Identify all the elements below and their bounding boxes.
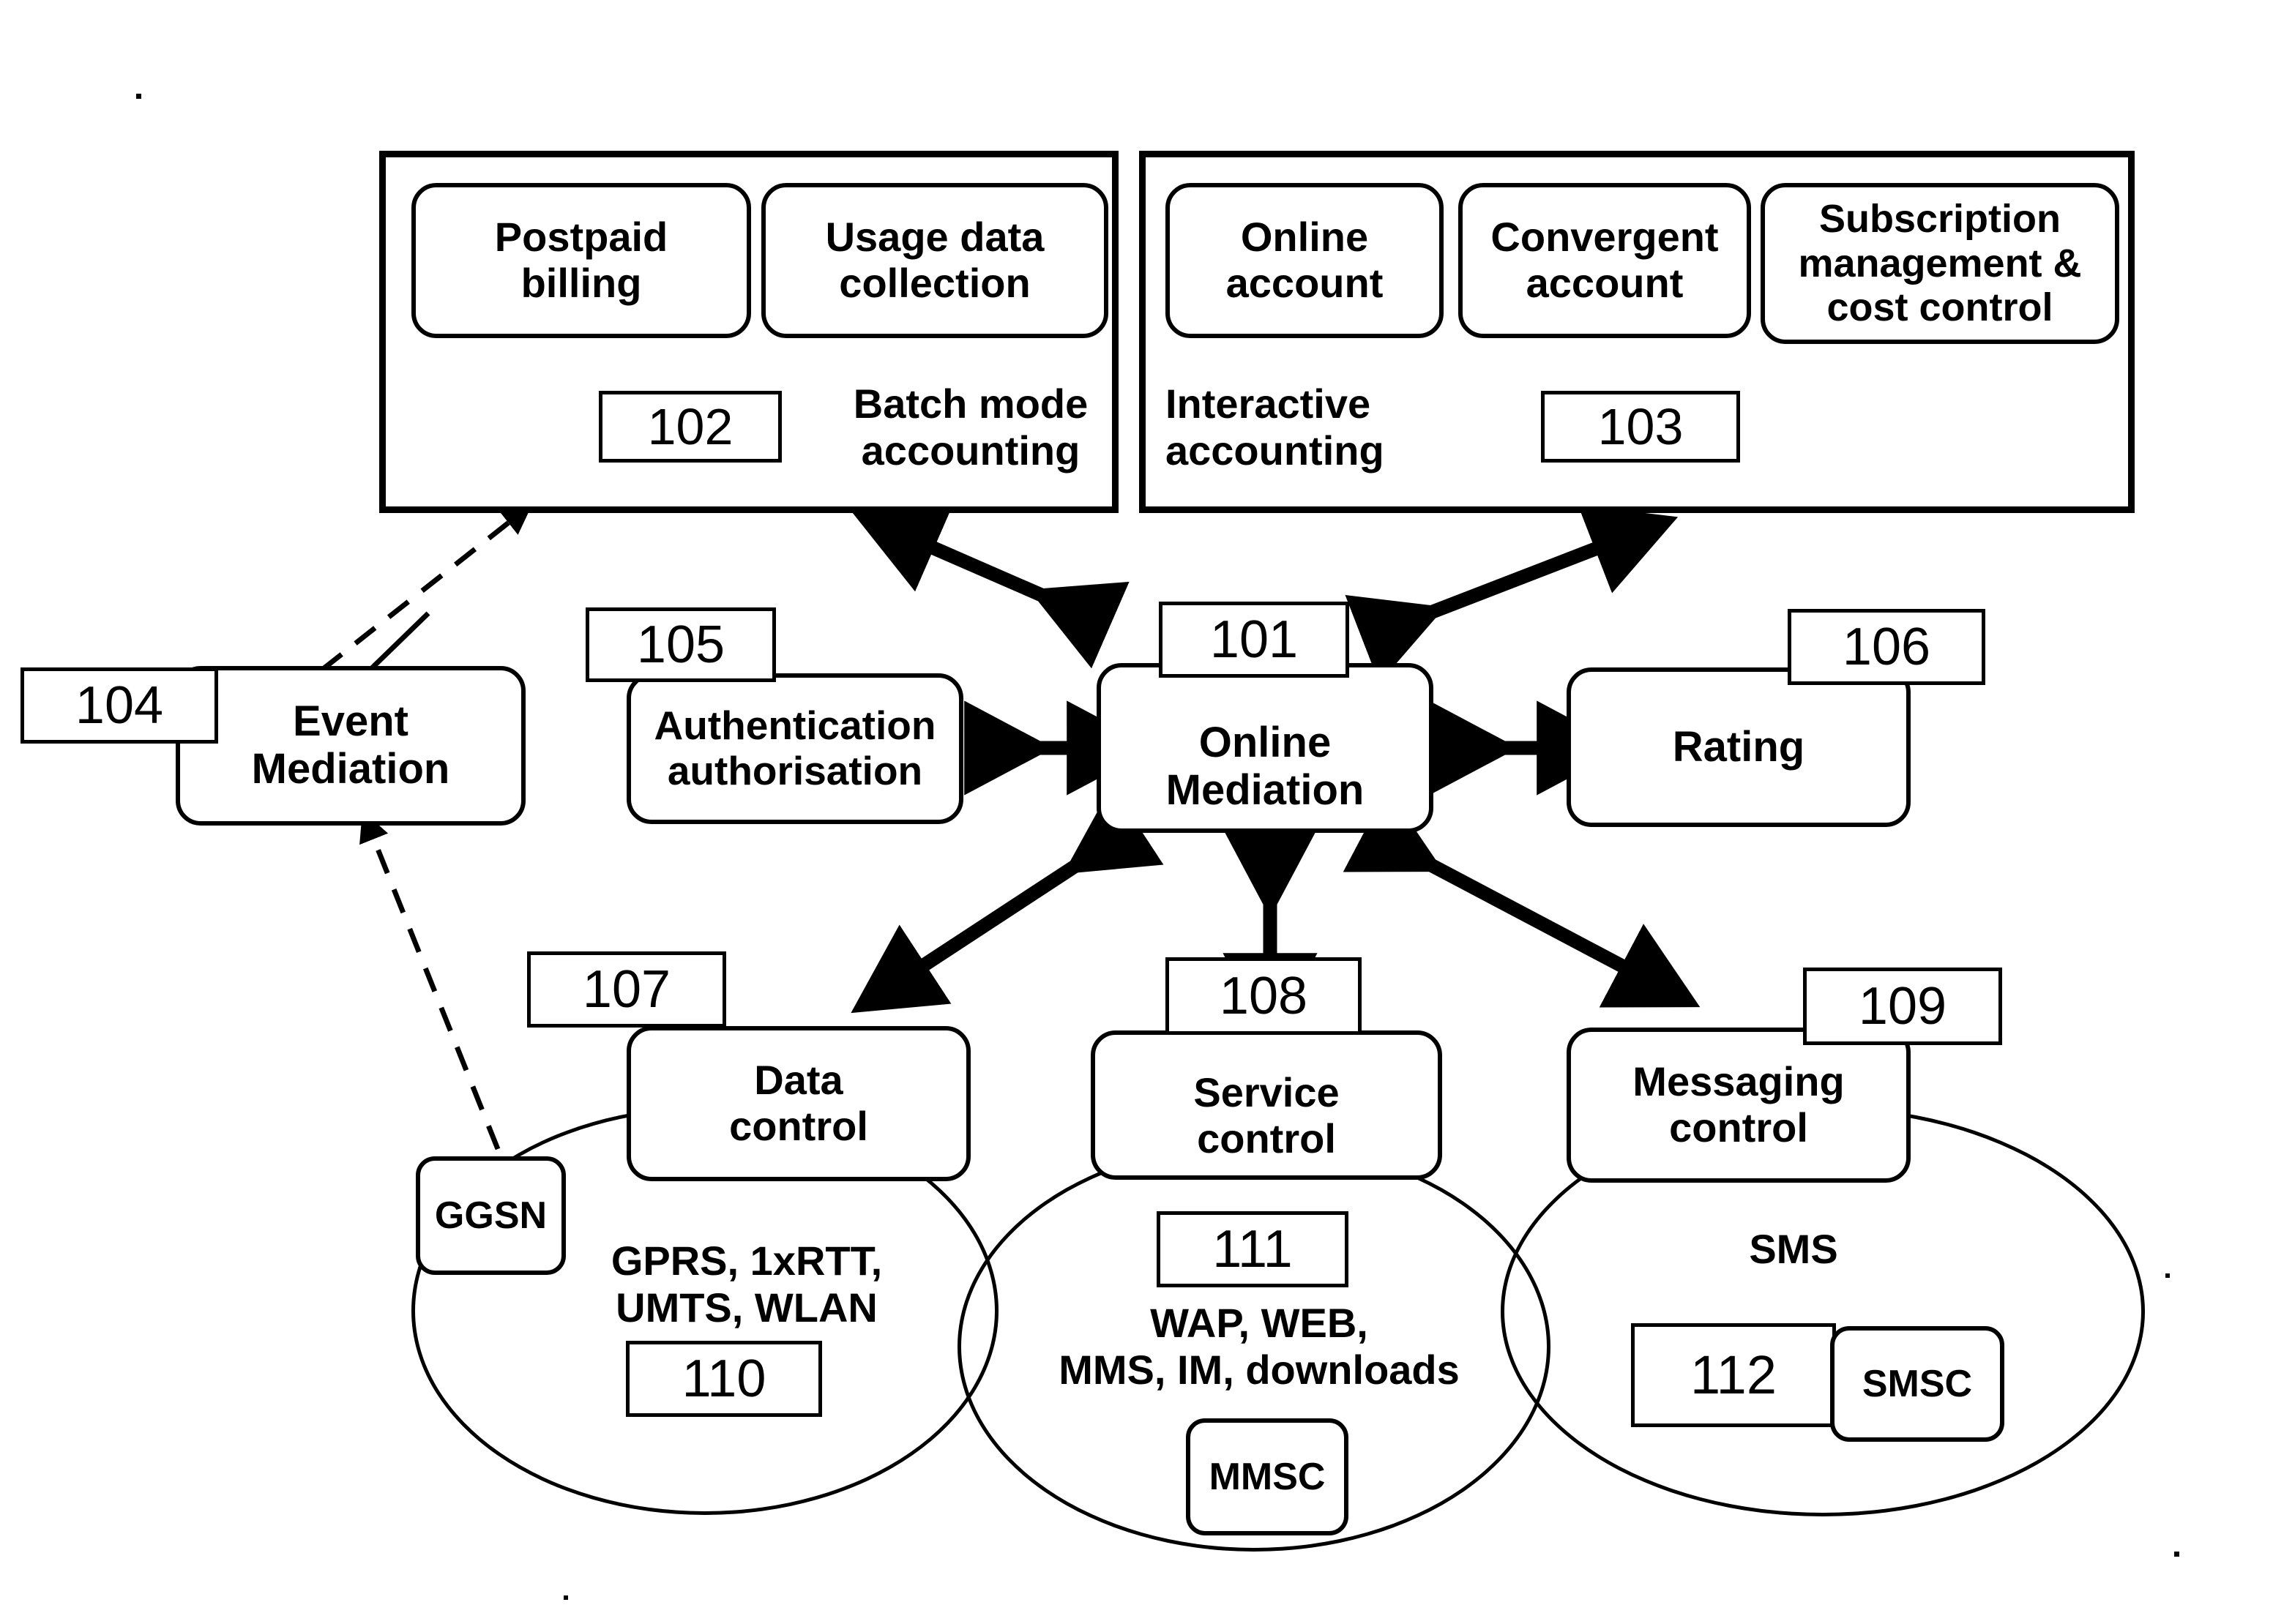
ref-label-111-text: 111 [1212, 1220, 1293, 1279]
caption-batch-mode-accounting-text: Batch mode accounting [853, 381, 1089, 474]
box-convergent-account-label: Convergent account [1490, 214, 1719, 306]
ref-label-112-text: 112 [1690, 1344, 1777, 1405]
ref-label-105-text: 105 [636, 615, 725, 674]
ref-label-102-text: 102 [647, 398, 734, 455]
box-data-control-label: Data control [729, 1057, 868, 1149]
box-online-mediation-label: Online Mediation [1165, 719, 1365, 814]
box-online-account[interactable]: Online account [1165, 183, 1444, 338]
box-event-mediation[interactable]: Event Mediation [176, 666, 526, 826]
box-subscription-management[interactable]: Subscription management & cost control [1761, 183, 2119, 344]
box-service-control[interactable]: Service control [1091, 1030, 1442, 1180]
box-rating[interactable]: Rating [1567, 667, 1911, 827]
ref-label-105: 105 [586, 607, 776, 682]
ref-label-106: 106 [1788, 609, 1985, 685]
ref-label-109: 109 [1803, 968, 2002, 1045]
box-rating-label: Rating [1672, 722, 1805, 771]
box-ggsn[interactable]: GGSN [416, 1156, 566, 1275]
box-subscription-management-label: Subscription management & cost control [1798, 197, 2082, 330]
ref-label-101-text: 101 [1209, 610, 1299, 669]
ref-label-104: 104 [20, 667, 218, 744]
label-messaging-network: SMS [1684, 1224, 1903, 1275]
ref-label-111: 111 [1157, 1211, 1348, 1287]
label-messaging-network-text: SMS [1749, 1226, 1838, 1273]
box-postpaid-billing[interactable]: Postpaid billing [411, 183, 751, 338]
ref-label-102: 102 [599, 391, 782, 463]
box-authentication-authorisation-label: Authentication authorisation [654, 703, 936, 793]
box-online-account-label: Online account [1225, 214, 1384, 306]
label-data-network: GPRS, 1xRTT, UMTS, WLAN [578, 1237, 915, 1332]
box-mmsc[interactable]: MMSC [1186, 1418, 1348, 1535]
box-ggsn-label: GGSN [434, 1194, 548, 1237]
ref-label-107: 107 [527, 951, 726, 1028]
ref-label-112: 112 [1631, 1323, 1836, 1427]
box-messaging-control[interactable]: Messaging control [1567, 1028, 1911, 1183]
figure-canvas: Postpaid billing Usage data collection 1… [0, 0, 2273, 1624]
arrow-online-mediation-to-batch [852, 504, 1130, 669]
box-service-control-label: Service control [1193, 1069, 1340, 1161]
box-data-control[interactable]: Data control [627, 1026, 971, 1181]
label-service-network: WAP, WEB, MMS, IM, downloads [1047, 1299, 1471, 1394]
ref-label-103: 103 [1541, 391, 1740, 463]
caption-interactive-accounting: Interactive accounting [1165, 381, 1458, 474]
box-event-mediation-label: Event Mediation [251, 697, 450, 793]
scan-speckle [136, 94, 141, 99]
box-smsc-label: SMSC [1862, 1362, 1973, 1405]
ref-label-106-text: 106 [1842, 618, 1931, 676]
ref-label-110-text: 110 [682, 1350, 766, 1408]
caption-interactive-accounting-text: Interactive accounting [1165, 381, 1384, 474]
scan-speckle [564, 1595, 568, 1600]
ref-label-101: 101 [1159, 602, 1349, 678]
ref-label-109-text: 109 [1858, 977, 1947, 1036]
scan-speckle [2165, 1273, 2170, 1278]
box-smsc[interactable]: SMSC [1830, 1326, 2004, 1442]
ref-label-107-text: 107 [582, 960, 671, 1019]
box-postpaid-billing-label: Postpaid billing [494, 214, 668, 306]
box-convergent-account[interactable]: Convergent account [1458, 183, 1751, 338]
arrow-online-mediation-to-messaging-control [1343, 788, 1701, 1008]
box-usage-data-collection[interactable]: Usage data collection [761, 183, 1108, 338]
arrow-online-mediation-to-data-control [851, 785, 1164, 1014]
box-messaging-control-label: Messaging control [1632, 1058, 1845, 1150]
ref-label-108-text: 108 [1219, 967, 1308, 1025]
box-authentication-authorisation[interactable]: Authentication authorisation [627, 673, 963, 824]
caption-batch-mode-accounting: Batch mode accounting [827, 381, 1114, 474]
ref-label-110: 110 [626, 1341, 822, 1417]
dashed-arrow-event-mediation-to-batch [320, 504, 533, 672]
box-usage-data-collection-label: Usage data collection [825, 214, 1045, 306]
label-service-network-text: WAP, WEB, MMS, IM, downloads [1059, 1300, 1460, 1393]
arrow-online-mediation-to-interactive [1345, 504, 1679, 684]
box-mmsc-label: MMSC [1209, 1455, 1326, 1498]
scan-speckle [2174, 1552, 2179, 1557]
ref-label-103-text: 103 [1597, 398, 1684, 455]
ref-label-108: 108 [1165, 957, 1362, 1035]
label-data-network-text: GPRS, 1xRTT, UMTS, WLAN [611, 1238, 883, 1331]
dashed-arrow-network-to-event-mediation [359, 810, 501, 1150]
ref-label-104-text: 104 [75, 676, 164, 735]
box-online-mediation[interactable]: Online Mediation [1097, 663, 1433, 833]
